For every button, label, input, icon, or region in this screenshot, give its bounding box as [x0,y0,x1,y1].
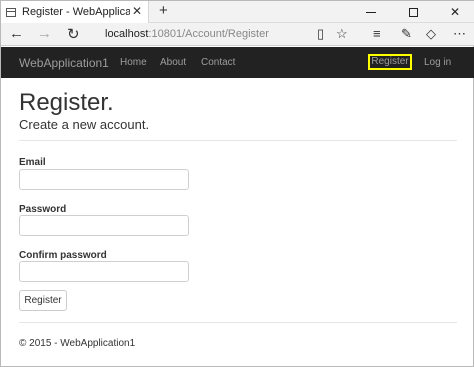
footer-text: © 2015 - WebApplication1 [19,338,136,349]
password-field[interactable] [19,215,189,236]
nav-contact-link[interactable]: Contact [201,57,235,68]
web-note-icon[interactable]: ✎ [401,26,412,42]
nav-about-link[interactable]: About [160,57,186,68]
share-icon[interactable]: ◇ [426,26,436,42]
register-button[interactable]: Register [19,290,67,311]
refresh-icon[interactable]: ↻ [67,25,80,43]
email-label: Email [19,157,46,168]
password-label: Password [19,204,67,215]
close-tab-icon[interactable]: ✕ [132,4,142,18]
nav-home-link[interactable]: Home [120,57,147,68]
divider [19,140,457,141]
page-icon [6,7,16,17]
forward-arrow-icon[interactable]: → [37,25,52,42]
close-window-button[interactable]: ✕ [435,1,474,23]
reading-view-icon[interactable]: ▯ [317,26,324,42]
new-tab-icon[interactable]: + [159,2,168,19]
brand-link[interactable]: WebApplication1 [19,56,109,70]
url-path: :10801/Account/Register [148,28,269,40]
minimize-button[interactable] [351,1,391,23]
tab-title: Register - WebApplicati [22,6,130,18]
url-field[interactable]: localhost:10801/Account/Register [105,28,269,40]
site-navbar: WebApplication1 Home About Contact Regis… [1,47,474,78]
more-icon[interactable]: ⋯ [453,26,466,42]
nav-login-link[interactable]: Log in [424,57,451,68]
hub-icon[interactable]: ≡ [373,26,381,41]
footer-divider [19,322,457,323]
tab-bar: Register - WebApplicati ✕ + ✕ [1,1,474,23]
close-icon: ✕ [449,5,461,19]
confirm-password-label: Confirm password [19,250,107,261]
confirm-password-field[interactable] [19,261,189,282]
maximize-icon [408,7,418,17]
back-arrow-icon[interactable]: ← [9,25,24,42]
browser-window: Register - WebApplicati ✕ + ✕ ← → ↻ loca… [0,0,474,367]
active-tab[interactable]: Register - WebApplicati ✕ [1,1,149,23]
email-field[interactable] [19,169,189,190]
address-bar: ← → ↻ localhost:10801/Account/Register ▯… [1,23,474,46]
minimize-icon [366,11,376,13]
favorite-star-icon[interactable]: ☆ [336,26,348,42]
page-title: Register. [19,89,114,116]
url-host: localhost [105,28,149,40]
nav-register-link[interactable]: Register [368,54,412,70]
page-subtitle: Create a new account. [19,117,150,132]
maximize-button[interactable] [393,1,433,23]
